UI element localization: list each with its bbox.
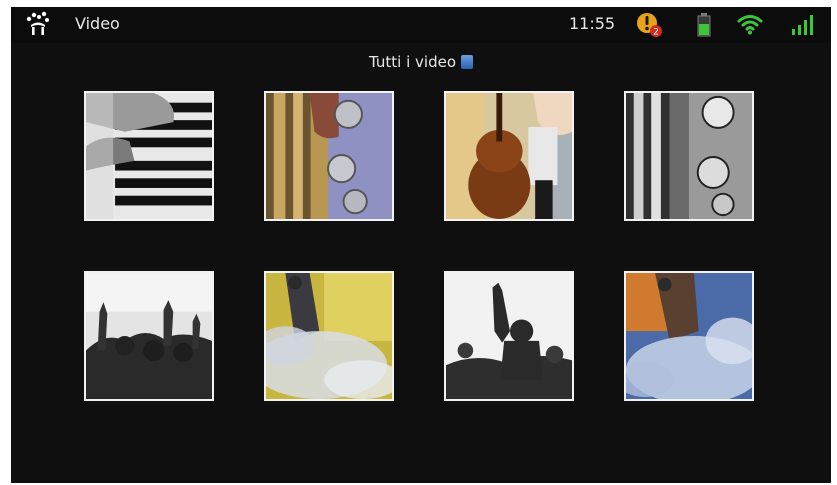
saxophone-bw-image <box>626 93 752 219</box>
battery-icon <box>697 13 711 37</box>
signal-icon <box>792 15 813 35</box>
alert-icon[interactable]: 2 <box>635 11 665 39</box>
status-bar: Video 11:55 2 <box>11 7 831 43</box>
piano-keys-image <box>86 93 212 219</box>
app-logo-icon[interactable] <box>25 11 51 37</box>
device-screen: Video 11:55 2 Tutti i video <box>11 7 831 483</box>
app-title: Video <box>75 14 120 33</box>
video-thumbnail-cello[interactable] <box>444 91 574 221</box>
video-thumbnail-saxophone-bw[interactable] <box>624 91 754 221</box>
notification-count: 2 <box>653 28 659 38</box>
wifi-icon <box>737 15 763 35</box>
concert-crowd-bw-image <box>86 273 212 399</box>
video-thumbnail-crowd-silhouette[interactable] <box>444 271 574 401</box>
saxophone-color-image <box>266 93 392 219</box>
stage-yellow-smoke-image <box>266 273 392 399</box>
cello-player-image <box>446 93 572 219</box>
stage-orange-blue-image <box>626 273 752 399</box>
video-thumbnail-piano[interactable] <box>84 91 214 221</box>
clock: 11:55 <box>569 14 616 33</box>
gallery-header: Tutti i video <box>11 53 831 71</box>
sd-card-icon <box>461 55 473 69</box>
video-thumbnail-stage-yellow[interactable] <box>264 271 394 401</box>
crowd-silhouette-image <box>446 273 572 399</box>
video-thumbnail-saxophone[interactable] <box>264 91 394 221</box>
video-thumbnail-concert-crowd[interactable] <box>84 271 214 401</box>
video-thumbnail-stage-orange[interactable] <box>624 271 754 401</box>
gallery-title: Tutti i video <box>369 53 456 71</box>
